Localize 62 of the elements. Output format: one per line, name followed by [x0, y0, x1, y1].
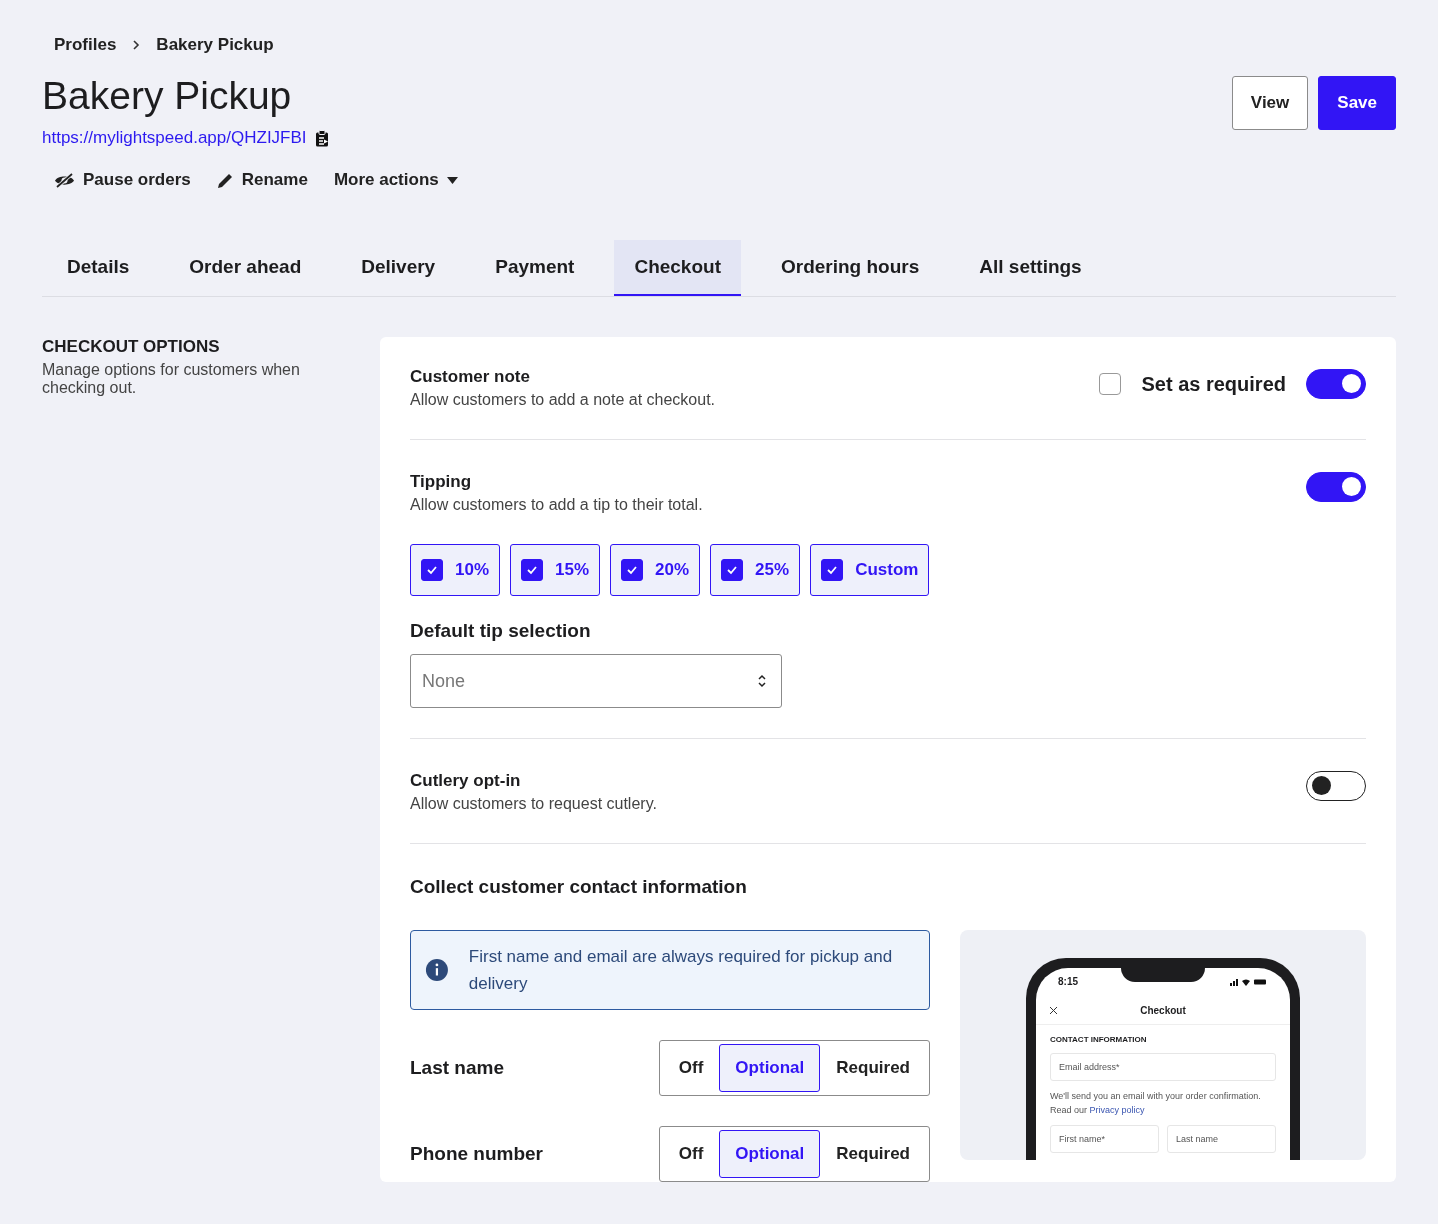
header-button[interactable]: Save: [1318, 76, 1396, 130]
section-description: Manage options for customers when checking out.: [42, 361, 301, 397]
tab[interactable]: Order ahead: [169, 240, 322, 296]
pencil-icon: [216, 171, 234, 189]
tab[interactable]: Checkout: [614, 240, 741, 296]
close-icon: [1050, 1007, 1057, 1014]
segment-option[interactable]: Required: [820, 1130, 926, 1178]
segment-option[interactable]: Optional: [719, 1130, 821, 1178]
action-button[interactable]: Rename: [216, 170, 308, 190]
setting-description: Allow customers to request cutlery.: [410, 795, 657, 813]
checkbox-label: Set as required: [1141, 372, 1286, 396]
tip-option-checkbox[interactable]: 10%: [410, 544, 501, 596]
tab[interactable]: Delivery: [341, 240, 456, 296]
tab[interactable]: Payment: [475, 240, 595, 296]
action-button[interactable]: More actions: [333, 170, 458, 190]
toggle-switch[interactable]: [1306, 771, 1366, 801]
section-heading: CHECKOUT OPTIONS: [42, 337, 221, 357]
eye-slash-icon: [54, 172, 75, 188]
status-time: 8:15: [1058, 976, 1078, 987]
tab[interactable]: All settings: [959, 240, 1102, 296]
status-icons: [1230, 977, 1266, 986]
setting-title: Cutlery opt-in: [410, 771, 522, 791]
breadcrumb-link[interactable]: Profiles: [54, 35, 117, 55]
checkbox[interactable]: [1099, 373, 1122, 395]
breadcrumb-link[interactable]: Bakery Pickup: [156, 35, 274, 55]
info-banner: First name and email are always required for pickup and delivery: [410, 930, 930, 1010]
clipboard-icon[interactable]: [314, 129, 330, 147]
field-label: Default tip selection: [410, 620, 592, 642]
last-name-field: Last name: [1167, 1125, 1276, 1153]
segment-option[interactable]: Required: [820, 1044, 926, 1092]
page-title: Bakery Pickup: [42, 74, 293, 118]
email-field: Email address*: [1050, 1053, 1276, 1081]
setting-title: Tipping: [410, 472, 473, 492]
tip-select[interactable]: None: [410, 654, 782, 708]
tip-option-checkbox[interactable]: Custom: [810, 544, 930, 596]
tab[interactable]: Details: [47, 240, 150, 296]
action-button[interactable]: Pause orders: [54, 170, 191, 190]
chevron-right-icon: [132, 40, 141, 50]
segment-option[interactable]: Off: [662, 1044, 720, 1092]
info-icon: [425, 957, 449, 983]
segment-option[interactable]: Off: [662, 1130, 720, 1178]
screen-section-heading: CONTACT INFORMATION: [1050, 1035, 1148, 1044]
segment-option[interactable]: Optional: [719, 1044, 821, 1092]
screen-title: Checkout: [1139, 1005, 1187, 1016]
field-label: Last name: [410, 1057, 504, 1079]
caret-down-icon: [446, 176, 458, 184]
setting-description: Allow customers to add a tip to their total.: [410, 496, 703, 514]
tip-option-checkbox[interactable]: 20%: [610, 544, 701, 596]
subsection-title: Collect customer contact information: [410, 876, 748, 898]
screen-note: We'll send you an email with your order confirmation. Read our Privacy policy: [1050, 1090, 1262, 1117]
tab[interactable]: Ordering hours: [761, 240, 940, 296]
header-button[interactable]: View: [1231, 76, 1309, 130]
tip-option-checkbox[interactable]: 25%: [710, 544, 801, 596]
up-down-chevron-icon: [757, 673, 767, 689]
first-name-field: First name*: [1050, 1125, 1159, 1153]
toggle-switch[interactable]: [1306, 369, 1366, 399]
setting-description: Allow customers to add a note at checkout.: [410, 391, 716, 409]
toggle-switch[interactable]: [1306, 472, 1366, 502]
field-label: Phone number: [410, 1143, 543, 1165]
setting-title: Customer note: [410, 367, 531, 387]
profile-url-link[interactable]: https://mylightspeed.app/QHZIJFBI: [42, 128, 307, 148]
tip-option-checkbox[interactable]: 15%: [510, 544, 601, 596]
